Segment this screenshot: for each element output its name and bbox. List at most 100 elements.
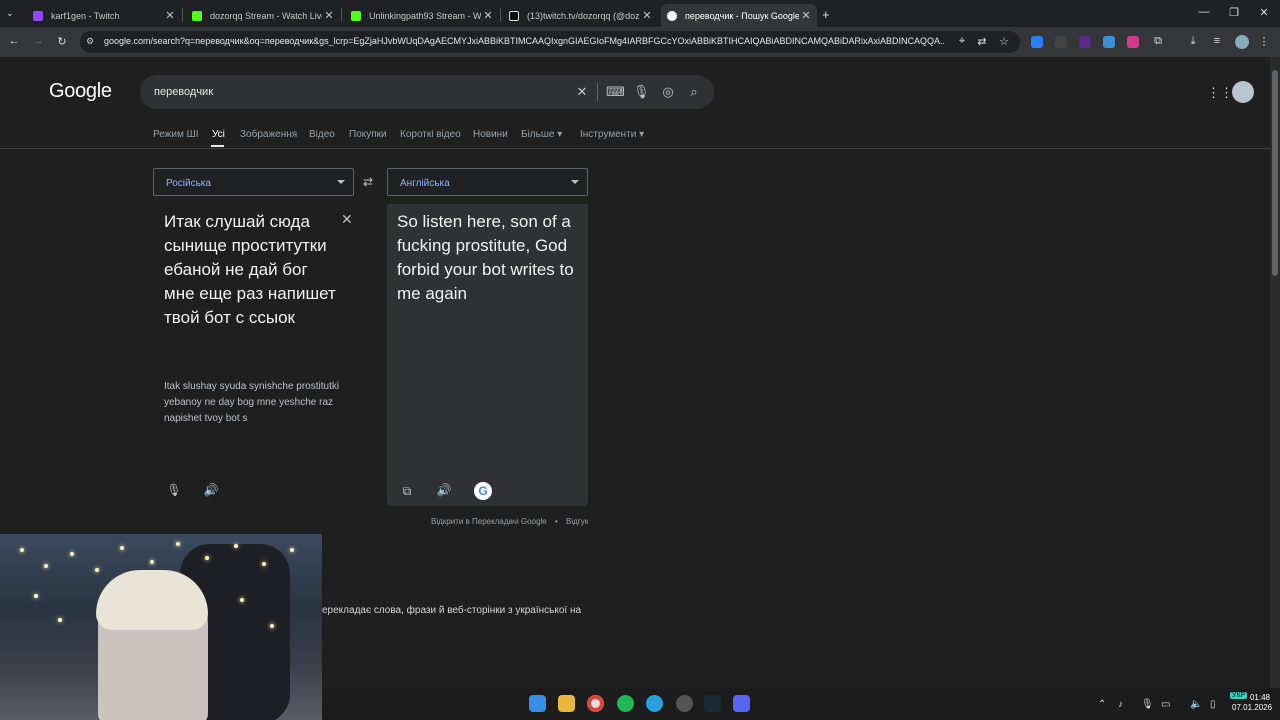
tab-divider — [500, 8, 501, 21]
kick-icon — [351, 10, 361, 21]
account-avatar[interactable] — [1232, 81, 1254, 103]
site-info-icon[interactable]: ⚙ — [86, 36, 94, 47]
footer-separator: • — [554, 517, 558, 526]
tab-more[interactable]: Більше ▾ — [521, 129, 562, 140]
open-in-translate-link[interactable]: Відкрити в Перекладачі Google — [431, 517, 547, 526]
scrollbar-thumb[interactable] — [1272, 70, 1278, 276]
tray-battery-icon[interactable]: ▯ — [1210, 699, 1216, 710]
media-icon[interactable]: ≡ — [1209, 35, 1225, 47]
search-input[interactable]: переводчик — [154, 86, 213, 98]
tab-images[interactable]: Зображення — [240, 129, 297, 140]
chrome-icon[interactable] — [587, 695, 604, 712]
browser-tab-4[interactable]: переводчик - Пошук Google ✕ — [661, 4, 817, 27]
tab-all[interactable]: Усі — [212, 129, 225, 140]
tab-videos[interactable]: Відео — [309, 129, 335, 140]
bookmark-star-icon[interactable]: ☆ — [996, 35, 1012, 48]
clock-time: 01:48 — [1249, 693, 1270, 702]
extension-icon[interactable] — [1103, 36, 1115, 48]
tab-close-icon[interactable]: ✕ — [163, 9, 177, 22]
browser-tab-2[interactable]: Unlinkingpath93 Stream - W ✕ — [345, 4, 499, 27]
tray-chevron-icon[interactable]: ⌃ — [1098, 699, 1106, 710]
fairy-light — [262, 562, 266, 566]
tab-news[interactable]: Новини — [473, 129, 508, 140]
tab-search-icon[interactable]: ⌄ — [6, 8, 14, 19]
tab-close-icon[interactable]: ✕ — [640, 9, 654, 22]
source-language-label: Російська — [166, 178, 211, 189]
voice-search-icon[interactable]: 🎙 — [633, 84, 650, 100]
tray-audio-icon[interactable]: ♪ — [1118, 699, 1123, 710]
speaker-icon[interactable]: 🔊 — [436, 483, 452, 497]
tab-short-videos[interactable]: Короткі відео — [400, 129, 461, 140]
app-icon[interactable] — [676, 695, 693, 712]
dropdown-caret-icon — [571, 180, 579, 184]
fairy-light — [150, 560, 154, 564]
forward-icon[interactable]: → — [30, 35, 46, 47]
target-language-select[interactable]: Англійська — [387, 168, 588, 196]
clear-search-icon[interactable]: ✕ — [574, 84, 590, 100]
tab-close-icon[interactable]: ✕ — [322, 9, 336, 22]
transliteration-text: Itak slushay syuda synishche prostitutki… — [164, 381, 340, 424]
swap-icon[interactable]: ⇄ — [363, 175, 373, 189]
microphone-icon[interactable]: 🎙 — [166, 483, 182, 497]
speaker-icon[interactable]: 🔊 — [203, 483, 219, 497]
file-explorer-icon[interactable] — [558, 695, 575, 712]
search-box[interactable] — [140, 75, 714, 109]
lens-icon[interactable]: ◎ — [660, 84, 676, 100]
extension-icon[interactable] — [1127, 36, 1139, 48]
fairy-light — [176, 542, 180, 546]
minimize-icon[interactable]: — — [1194, 6, 1214, 18]
windows-start-icon[interactable] — [529, 695, 546, 712]
menu-kebab-icon[interactable]: ⋮ — [1256, 35, 1272, 48]
extension-icon[interactable] — [1079, 36, 1091, 48]
target-language-label: Англійська — [400, 178, 450, 189]
extension-icon[interactable] — [1031, 36, 1043, 48]
feedback-link[interactable]: Відгук — [566, 517, 588, 526]
windows-taskbar — [322, 688, 1280, 720]
fairy-light — [58, 618, 62, 622]
steam-icon[interactable] — [704, 695, 721, 712]
result-snippet: ерекладає слова, фрази й веб-сторінки з … — [322, 605, 582, 616]
restore-icon[interactable]: ❐ — [1224, 6, 1244, 19]
source-text-input[interactable]: Итак слушай сюда сынище проститутки ебан… — [164, 210, 339, 330]
search-icon[interactable]: ⌕ — [686, 84, 702, 100]
new-tab-button[interactable]: + — [822, 7, 830, 22]
clear-text-icon[interactable]: ✕ — [341, 211, 353, 228]
telegram-icon[interactable] — [646, 695, 663, 712]
google-logo[interactable]: Google — [49, 80, 112, 103]
download-icon[interactable]: ⤓ — [1185, 35, 1201, 48]
tab-shopping[interactable]: Покупки — [349, 129, 387, 140]
tray-mic-icon[interactable]: 🎙 — [1141, 699, 1154, 710]
translate-page-icon[interactable]: ⇄ — [974, 35, 990, 48]
tray-network-icon[interactable]: ▭ — [1161, 699, 1170, 710]
copy-icon[interactable]: ⧉ — [399, 484, 415, 499]
webcam-person-hair — [96, 570, 208, 630]
browser-tab-1[interactable]: dozorqq Stream - Watch Live o ✕ — [186, 4, 340, 27]
location-icon[interactable]: ⌖ — [954, 35, 970, 48]
google-icon — [667, 10, 677, 21]
google-g-icon[interactable]: G — [474, 482, 492, 500]
discord-icon[interactable] — [733, 695, 750, 712]
reload-icon[interactable]: ↻ — [54, 35, 70, 48]
tab-close-icon[interactable]: ✕ — [481, 9, 495, 22]
tab-close-icon[interactable]: ✕ — [799, 9, 813, 22]
fairy-light — [44, 564, 48, 568]
fairy-light — [240, 598, 244, 602]
tray-volume-icon[interactable]: 🔈 — [1190, 699, 1202, 710]
spotify-icon[interactable] — [617, 695, 634, 712]
apps-grid-icon[interactable]: ⋮⋮ — [1207, 85, 1233, 101]
fairy-light — [290, 548, 294, 552]
browser-tab-0[interactable]: karf1gen - Twitch ✕ — [27, 4, 181, 27]
taskbar-clock[interactable]: 01:48 07.01.2026 — [1232, 693, 1272, 713]
source-language-select[interactable]: Російська — [153, 168, 354, 196]
extension-icon[interactable] — [1055, 36, 1067, 48]
back-icon[interactable]: ← — [6, 35, 22, 47]
url-text[interactable]: google.com/search?q=переводчик&oq=перево… — [104, 36, 944, 46]
tab-ai-mode[interactable]: Режим ШІ — [153, 129, 199, 140]
keyboard-icon[interactable]: ⌨ — [606, 84, 625, 100]
browser-tab-3[interactable]: (13)twitch.tv/dozorqq (@dozor ✕ — [503, 4, 658, 27]
extensions-puzzle-icon[interactable]: ⧉ — [1150, 35, 1166, 48]
profile-avatar[interactable] — [1235, 35, 1249, 49]
window-close-icon[interactable]: ✕ — [1254, 6, 1274, 19]
tab-tools[interactable]: Інструменти ▾ — [580, 129, 644, 140]
active-tab-underline — [211, 145, 224, 147]
